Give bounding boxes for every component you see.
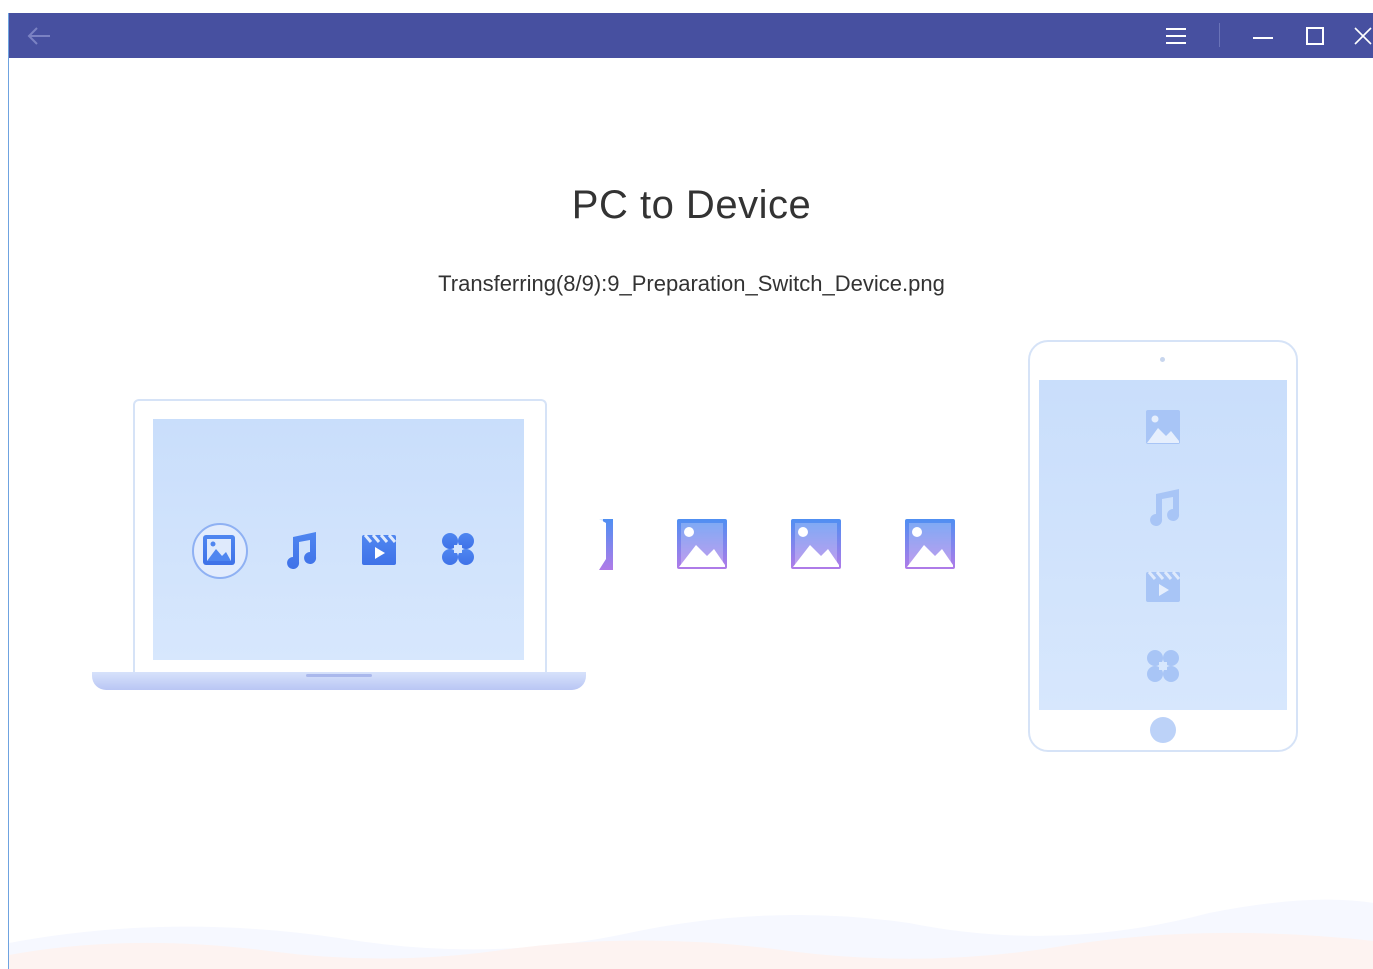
back-button[interactable]	[17, 13, 61, 58]
laptop-notch	[306, 674, 372, 677]
video-icon[interactable]	[361, 531, 397, 567]
photo-icon	[677, 519, 727, 569]
photo-icon[interactable]	[201, 532, 237, 568]
music-icon	[1150, 489, 1180, 526]
transfer-status: Transferring(8/9):9_Preparation_Switch_D…	[438, 271, 945, 296]
apps-icon[interactable]	[440, 531, 476, 567]
frame-top	[0, 0, 1373, 13]
close-icon	[1354, 26, 1372, 45]
photo-icon	[1146, 410, 1180, 444]
photo-icon	[791, 519, 841, 569]
music-icon[interactable]	[280, 529, 320, 569]
decorative-waves	[9, 899, 1373, 969]
arrow-left-icon	[27, 26, 50, 45]
title-bar-separator	[1219, 23, 1220, 47]
maximize-icon	[1306, 26, 1324, 45]
minimize-button[interactable]	[1241, 13, 1285, 58]
maximize-button[interactable]	[1293, 13, 1337, 58]
video-icon	[1146, 571, 1181, 602]
page-title: PC to Device	[571, 183, 812, 227]
photo-icon	[905, 519, 955, 569]
tablet-home-button	[1150, 717, 1176, 743]
tablet-camera	[1160, 357, 1165, 362]
minimize-icon	[1253, 36, 1273, 39]
photo-icon	[599, 519, 613, 570]
apps-icon	[1147, 650, 1179, 682]
app-window: PC to Device Transferring(8/9):9_Prepara…	[8, 13, 1373, 969]
hamburger-menu-icon	[1166, 27, 1186, 44]
title-bar	[9, 13, 1373, 58]
close-button[interactable]	[1341, 13, 1373, 58]
menu-button[interactable]	[1154, 13, 1198, 58]
